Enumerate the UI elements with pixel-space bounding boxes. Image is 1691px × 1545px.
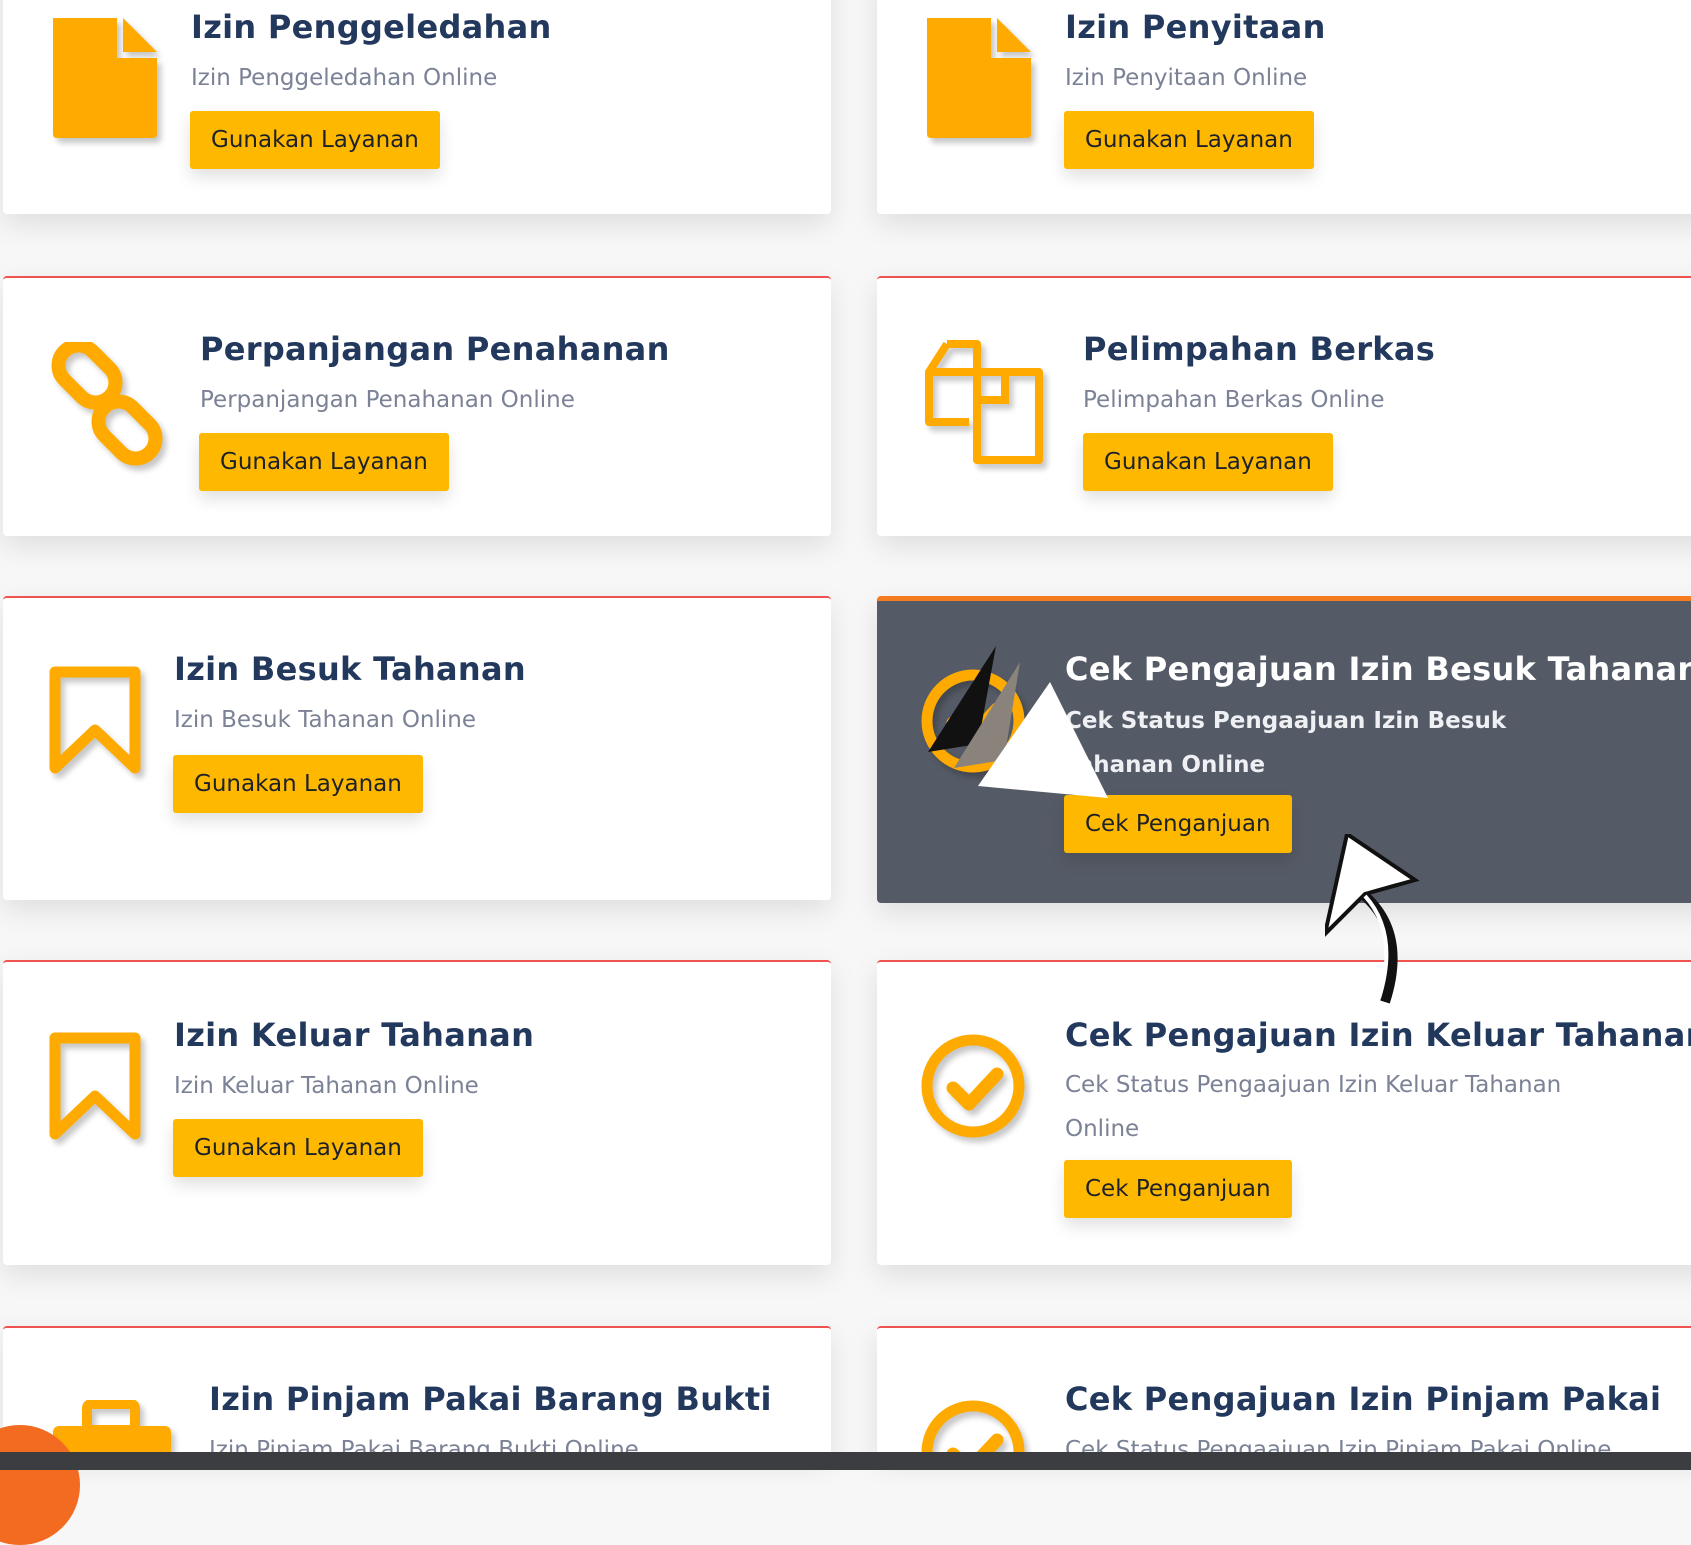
gunakan-layanan-button[interactable]: Gunakan Layanan <box>190 111 440 169</box>
service-card-izin-pinjam-pakai-barang-bukti: Izin Pinjam Pakai Barang Bukti Izin Pinj… <box>3 1326 831 1454</box>
card-description: Pelimpahan Berkas Online <box>1083 387 1385 413</box>
service-card-cek-pengajuan-izin-pinjam-pakai: Cek Pengajuan Izin Pinjam Pakai Cek Stat… <box>877 1326 1691 1454</box>
cek-penganjuan-button[interactable]: Cek Penganjuan <box>1064 1160 1292 1218</box>
card-title: Izin Besuk Tahanan <box>174 650 526 688</box>
card-description: Izin Besuk Tahanan Online <box>174 707 477 733</box>
card-title: Cek Pengajuan Izin Besuk Tahanan <box>1065 650 1691 688</box>
card-title: Izin Pinjam Pakai Barang Bukti <box>209 1380 772 1418</box>
card-title: Pelimpahan Berkas <box>1083 330 1436 368</box>
service-card-izin-penggeledahan: Izin Penggeledahan Izin Penggeledahan On… <box>3 0 831 214</box>
card-description: Cek Status Pengaajuan Izin Keluar Tahana… <box>1065 1072 1562 1142</box>
bottom-bar <box>0 1452 1691 1470</box>
service-card-pelimpahan-berkas: Pelimpahan Berkas Pelimpahan Berkas Onli… <box>877 276 1691 536</box>
card-title: Izin Penggeledahan <box>191 8 552 46</box>
check-circle-icon <box>921 1034 1033 1146</box>
document-icon <box>49 18 161 142</box>
briefcase-icon <box>49 1400 179 1454</box>
card-title: Perpanjangan Penahanan <box>200 330 670 368</box>
card-description: Izin Keluar Tahanan Online <box>174 1073 479 1099</box>
gunakan-layanan-button[interactable]: Gunakan Layanan <box>173 1119 423 1177</box>
card-description: Izin Penggeledahan Online <box>191 65 498 91</box>
large-pointer-cursor-icon <box>918 640 1118 824</box>
card-title: Izin Keluar Tahanan <box>174 1016 535 1054</box>
service-card-izin-keluar-tahanan: Izin Keluar Tahanan Izin Keluar Tahanan … <box>3 960 831 1265</box>
service-card-izin-besuk-tahanan: Izin Besuk Tahanan Izin Besuk Tahanan On… <box>3 596 831 900</box>
gunakan-layanan-button[interactable]: Gunakan Layanan <box>1083 433 1333 491</box>
card-title: Izin Penyitaan <box>1065 8 1326 46</box>
card-description: Cek Status Pengaajuan Izin Pinjam Pakai … <box>1065 1437 1612 1454</box>
card-description: Izin Penyitaan Online <box>1065 65 1308 91</box>
gunakan-layanan-button[interactable]: Gunakan Layanan <box>173 755 423 813</box>
gunakan-layanan-button[interactable]: Gunakan Layanan <box>199 433 449 491</box>
chain-link-icon <box>47 342 171 466</box>
service-card-izin-penyitaan: Izin Penyitaan Izin Penyitaan Online Gun… <box>877 0 1691 214</box>
check-circle-icon <box>921 1400 1033 1454</box>
gunakan-layanan-button[interactable]: Gunakan Layanan <box>1064 111 1314 169</box>
bookmark-icon <box>49 1032 145 1144</box>
service-card-perpanjangan-penahanan: Perpanjangan Penahanan Perpanjangan Pena… <box>3 276 831 536</box>
card-description: Izin Pinjam Pakai Barang Bukti Online <box>209 1437 639 1454</box>
card-title: Cek Pengajuan Izin Keluar Tahanan <box>1065 1016 1691 1054</box>
service-card-cek-pengajuan-izin-keluar-tahanan: Cek Pengajuan Izin Keluar Tahanan Cek St… <box>877 960 1691 1265</box>
card-description: Perpanjangan Penahanan Online <box>200 387 575 413</box>
document-icon <box>923 18 1035 142</box>
copy-files-icon <box>921 338 1047 464</box>
bookmark-icon <box>49 666 145 778</box>
card-title: Cek Pengajuan Izin Pinjam Pakai <box>1065 1380 1662 1418</box>
curved-arrow-cursor-icon <box>1321 830 1425 1018</box>
card-description: Cek Status Pengaajuan Izin Besuk Tahanan… <box>1065 708 1507 778</box>
